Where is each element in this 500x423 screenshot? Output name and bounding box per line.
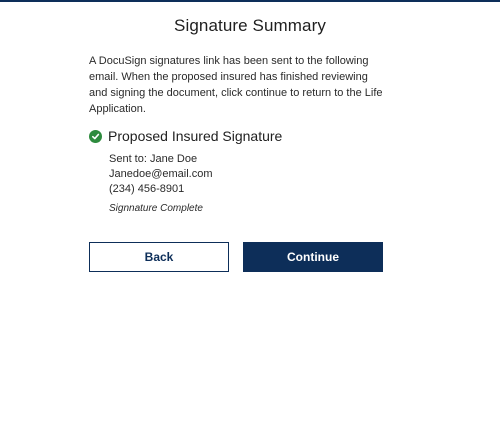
back-button[interactable]: Back [89, 242, 229, 272]
recipient-email: Janedoe@email.com [109, 168, 213, 180]
continue-button[interactable]: Continue [243, 242, 383, 272]
signature-section-title: Proposed Insured Signature [108, 128, 283, 144]
page-title: Signature Summary [174, 16, 326, 35]
recipient-details: Sent to: Jane Doe Janedoe@email.com (234… [109, 152, 213, 197]
intro-text: A DocuSign signatures link has been sent… [89, 55, 383, 115]
check-circle-icon [89, 129, 102, 143]
signature-section-header: Proposed Insured Signature [89, 127, 282, 145]
recipient-phone: (234) 456-8901 [109, 183, 185, 195]
sent-to-label: Sent to: Jane Doe [109, 153, 198, 165]
signature-status: Signnature Complete [109, 203, 203, 214]
top-border [0, 0, 500, 2]
